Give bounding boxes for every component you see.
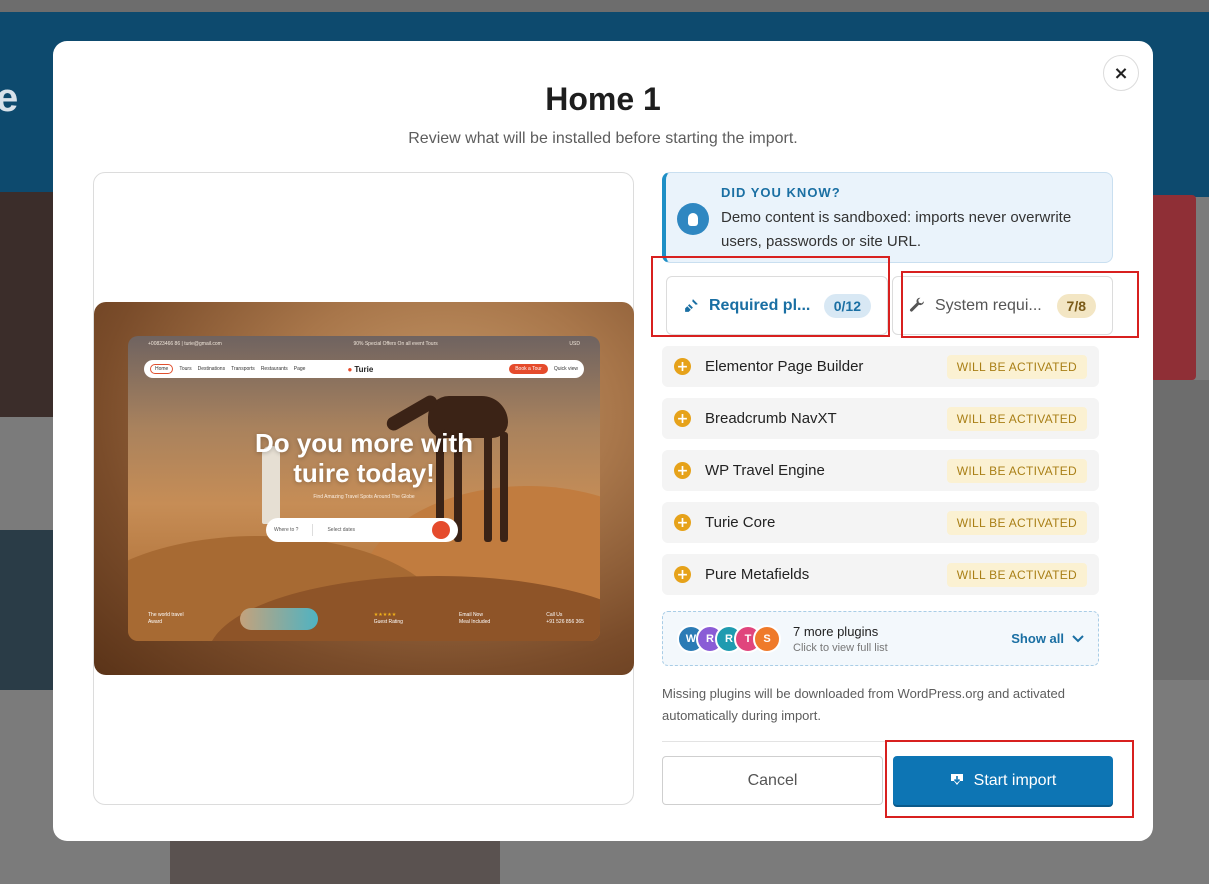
did-you-know-text: Demo content is sandboxed: imports never…: [721, 209, 1072, 250]
demo-contact: +00823466 86 | turie@gmail.com: [148, 341, 222, 347]
plugin-status-badge: WILL BE ACTIVATED: [946, 458, 1087, 483]
preview-panel: +00823466 86 | turie@gmail.com 90% Speci…: [93, 172, 634, 805]
demo-nav-item: Restaurants: [260, 366, 288, 372]
plugin-name: Elementor Page Builder: [705, 358, 864, 375]
show-all-button[interactable]: Show all: [1011, 631, 1084, 646]
plugin-name: Breadcrumb NavXT: [705, 410, 837, 427]
demo-headline-line: Do you more with: [254, 428, 474, 458]
modal-title: Home 1: [545, 81, 661, 117]
demo-promo: 90% Special Offers On all event Tours: [353, 341, 438, 347]
plugin-row: + Pure Metafields WILL BE ACTIVATED: [662, 554, 1099, 595]
tab-system-label: System requi...: [935, 296, 1042, 314]
demo-headline-line: tuire today!: [293, 458, 435, 488]
plus-circle-icon: +: [674, 514, 691, 531]
chevron-down-icon: [1072, 634, 1084, 642]
wrench-icon: [909, 297, 924, 312]
more-plugins-expander[interactable]: W R R T S 7 more plugins Click to view f…: [662, 611, 1099, 666]
demo-site-screenshot: +00823466 86 | turie@gmail.com 90% Speci…: [128, 336, 600, 641]
demo-nav-item: Destinations: [197, 366, 226, 372]
plugin-row: + Turie Core WILL BE ACTIVATED: [662, 502, 1099, 543]
demo-footer-strip: The world travel Award ★★★★★ Guest Ratin…: [128, 604, 600, 634]
demo-meal: Email Now Meal Included: [459, 612, 491, 625]
background-topbar: [0, 0, 1209, 12]
did-you-know-callout: DID YOU KNOW? Demo content is sandboxed:…: [662, 172, 1113, 263]
more-plugins-subtitle: Click to view full list: [793, 641, 888, 654]
plugin-status-badge: WILL BE ACTIVATED: [946, 510, 1087, 535]
tab-required-count: 0/12: [823, 293, 871, 318]
cancel-button[interactable]: Cancel: [662, 756, 883, 805]
demo-search-where: Where to ?: [274, 527, 299, 533]
plugin-status-badge: WILL BE ACTIVATED: [946, 406, 1087, 431]
plugin-avatar-stack: W R R T S: [677, 624, 781, 653]
plugin-avatar: S: [753, 624, 781, 653]
plugin-name: Turie Core: [705, 514, 776, 531]
divider: [312, 524, 314, 536]
lightbulb-icon: [677, 203, 709, 235]
tab-system-count: 7/8: [1056, 293, 1096, 318]
demo-nav-item: Home: [150, 364, 174, 374]
demo-navbar: Home Tours Destinations Transports Resta…: [144, 360, 584, 378]
tab-required-label: Required pl...: [709, 296, 811, 314]
demo-search-icon: [432, 521, 450, 539]
download-icon: [950, 773, 963, 785]
modal-subtitle: Review what will be installed before sta…: [408, 130, 798, 147]
demo-search-bar: Where to ? Select dates: [266, 518, 458, 542]
background-card: [0, 192, 56, 417]
plugin-name: WP Travel Engine: [705, 462, 825, 479]
plugin-row: + WP Travel Engine WILL BE ACTIVATED: [662, 450, 1099, 491]
cancel-label: Cancel: [747, 771, 798, 789]
missing-plugins-note: Missing plugins will be downloaded from …: [662, 686, 1065, 723]
more-plugins-text: 7 more plugins Click to view full list: [793, 624, 888, 654]
plugin-row: + Breadcrumb NavXT WILL BE ACTIVATED: [662, 398, 1099, 439]
demo-award: The world travel Award: [148, 612, 184, 625]
tab-system-requirements[interactable]: System requi... 7/8: [892, 276, 1113, 335]
demo-search-dates: Select dates: [327, 527, 355, 533]
background-card: [1153, 380, 1209, 680]
demo-book-button: Book a Tour: [509, 364, 548, 374]
demo-topline: +00823466 86 | turie@gmail.com 90% Speci…: [128, 336, 600, 352]
demo-logo: Turie: [347, 365, 373, 374]
plugin-status-badge: WILL BE ACTIVATED: [946, 354, 1087, 379]
demo-call: Call Us +91 526 856 365: [546, 612, 584, 625]
import-modal: × Home 1 Review what will be installed b…: [53, 41, 1153, 841]
demo-rating: ★★★★★ Guest Rating: [373, 612, 403, 625]
background-strip: [170, 839, 500, 884]
plugin-name: Pure Metafields: [705, 566, 810, 583]
background-card: [1150, 195, 1196, 380]
plug-icon: [685, 299, 698, 312]
background-card: [0, 530, 56, 690]
plus-circle-icon: +: [674, 410, 691, 427]
show-all-label: Show all: [1011, 631, 1064, 646]
plugin-status-badge: WILL BE ACTIVATED: [946, 562, 1087, 587]
plus-circle-icon: +: [674, 462, 691, 479]
plus-circle-icon: +: [674, 358, 691, 375]
demo-nav-item: Page: [293, 366, 306, 372]
start-import-label: Start import: [973, 771, 1057, 789]
divider: [662, 741, 1113, 742]
more-plugins-title: 7 more plugins: [793, 623, 879, 639]
demo-tagline: Find Amazing Travel Spots Around The Glo…: [313, 494, 415, 500]
demo-nav-item: Tours: [179, 366, 192, 372]
did-you-know-title: DID YOU KNOW?: [721, 185, 841, 200]
plugin-row: + Elementor Page Builder WILL BE ACTIVAT…: [662, 346, 1099, 387]
demo-headline: Do you more with tuire today!: [128, 428, 600, 488]
demo-thumbnail: [239, 608, 318, 630]
demo-preview-image: +00823466 86 | turie@gmail.com 90% Speci…: [94, 302, 634, 675]
demo-quick-view: Quick view: [553, 366, 578, 372]
demo-nav-item: Transports: [231, 366, 255, 372]
start-import-button[interactable]: Start import: [893, 756, 1113, 805]
background-hero-letter: e: [0, 76, 19, 120]
tab-required-plugins[interactable]: Required pl... 0/12: [666, 276, 888, 335]
plus-circle-icon: +: [674, 566, 691, 583]
demo-currency: USD: [569, 341, 580, 347]
